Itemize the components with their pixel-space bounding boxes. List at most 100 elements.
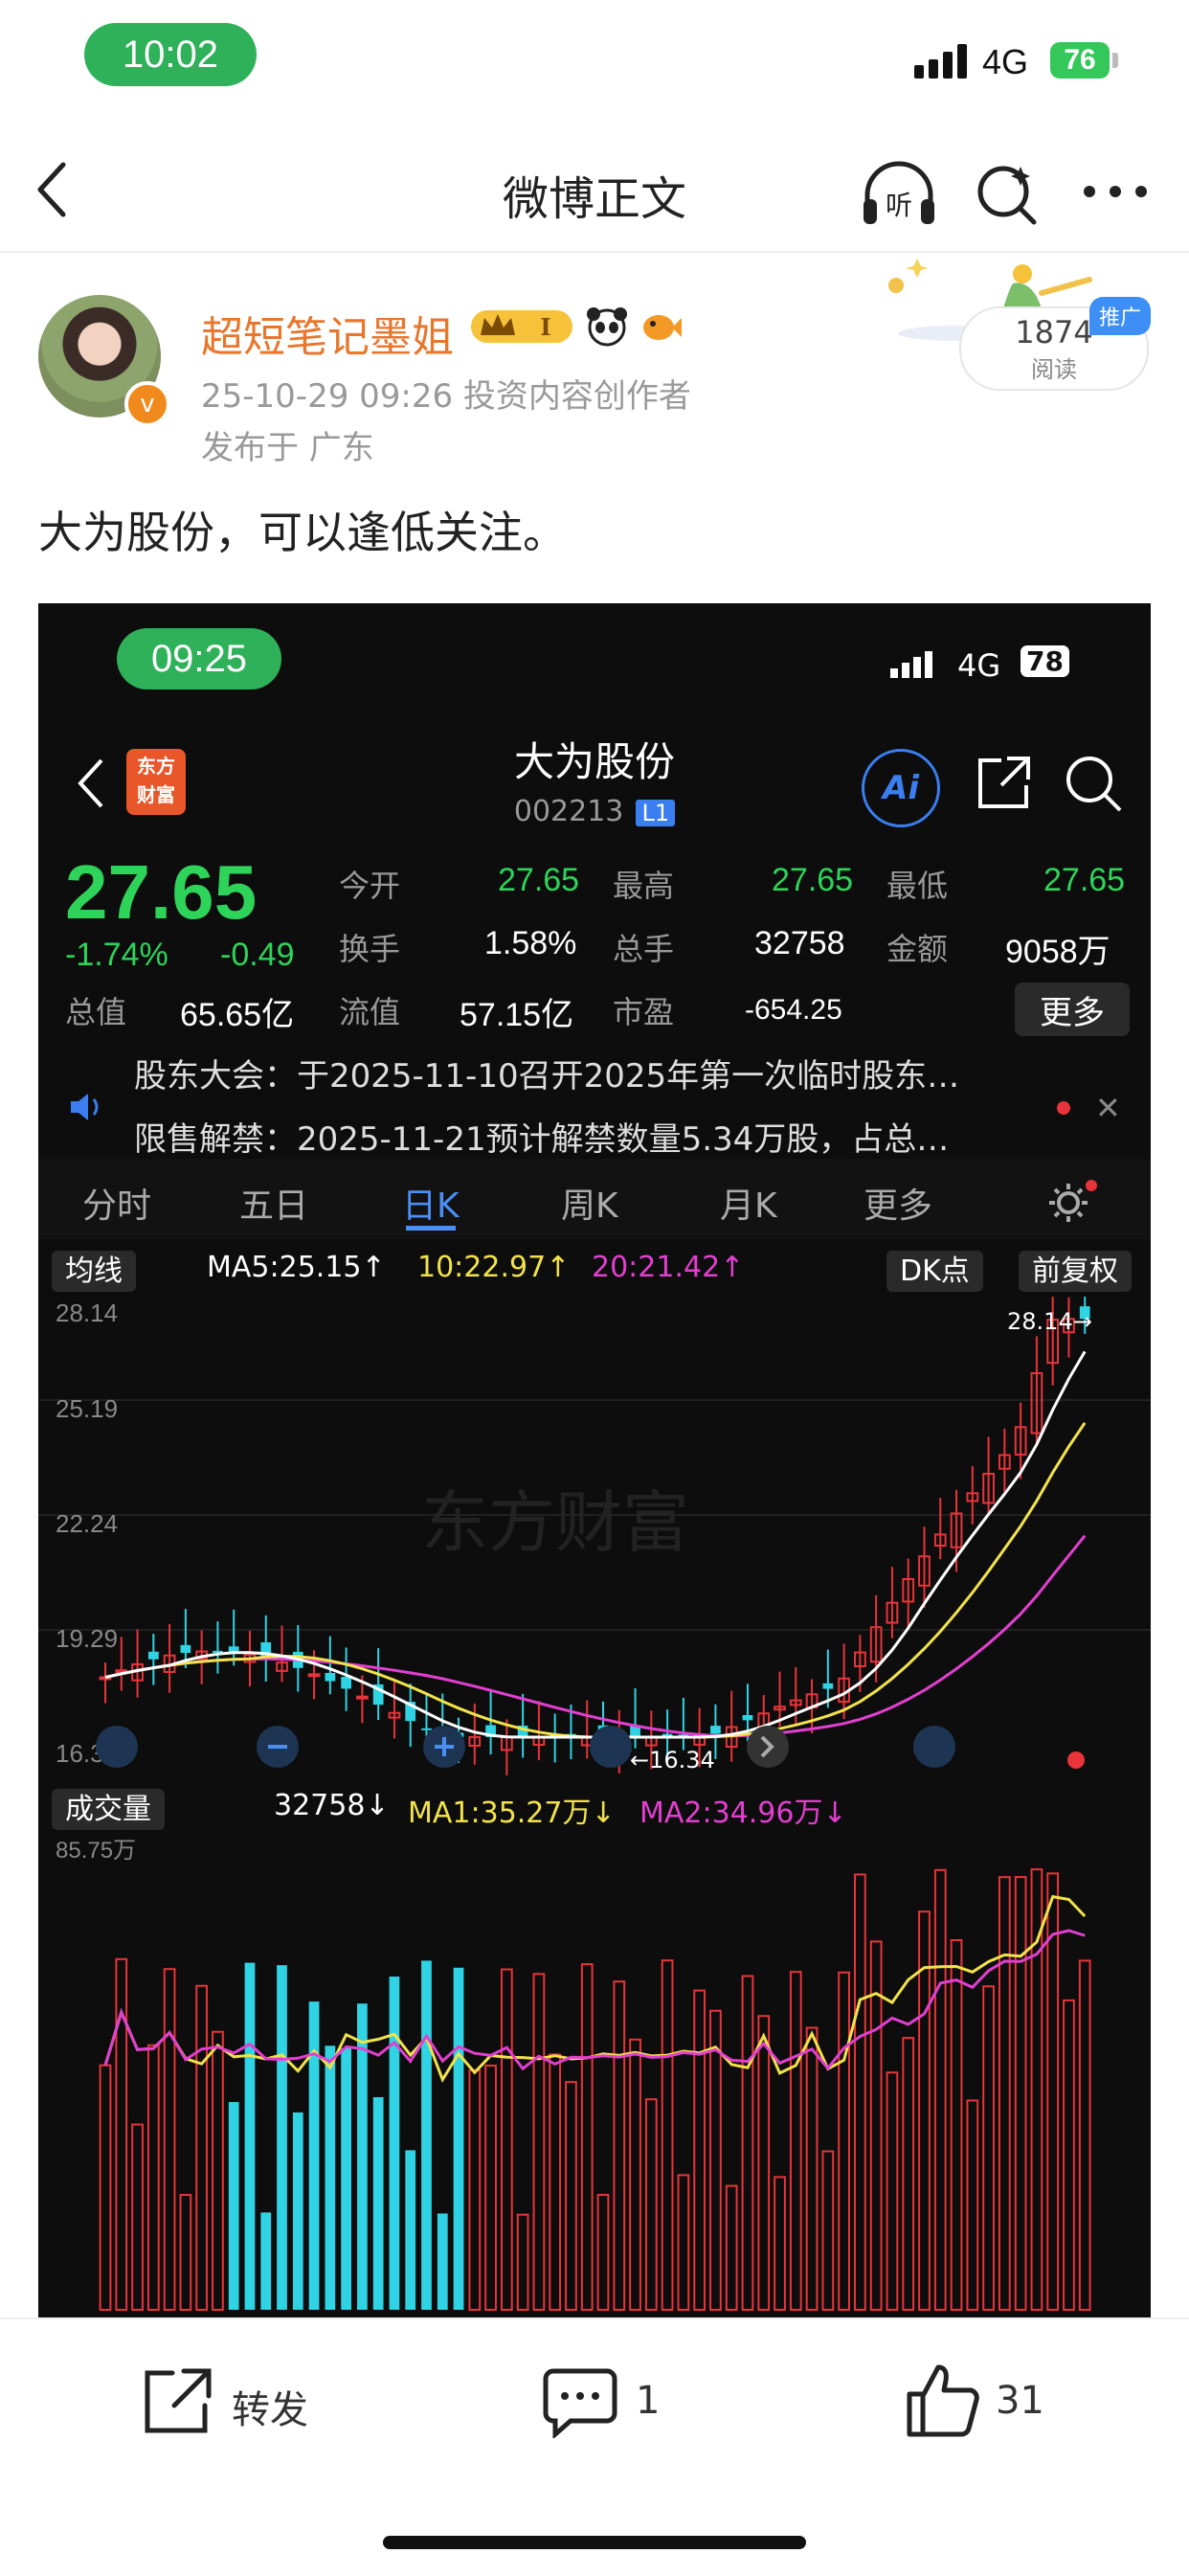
verified-badge-icon: v	[124, 381, 170, 427]
repost-label[interactable]: 转发	[232, 2379, 308, 2434]
embedded-network: 4G	[957, 647, 1001, 684]
svg-text:I: I	[540, 313, 550, 341]
tab-daily-k[interactable]: 日K	[402, 1178, 460, 1228]
volume-bar	[725, 2184, 738, 2311]
axis-label-3: 19.29	[56, 1624, 118, 1653]
thumbs-up-icon	[907, 2364, 979, 2437]
chart-prev-icon[interactable]	[590, 1726, 632, 1768]
volume-bar	[372, 2096, 384, 2310]
candle-body	[822, 1683, 834, 1689]
high-value: 27.65	[772, 862, 854, 898]
volume-bar	[195, 1984, 209, 2311]
chart-left-control-icon[interactable]	[96, 1726, 138, 1768]
chart-watermark: 东方财富	[421, 1483, 689, 1562]
volume-bar	[950, 1939, 963, 2311]
volume-chip[interactable]: 成交量	[52, 1785, 165, 1830]
like-button[interactable]	[906, 2361, 982, 2442]
comment-button[interactable]	[542, 2365, 618, 2442]
axis-label-2: 22.24	[56, 1509, 118, 1538]
ma10-value: 10:22.97↑	[417, 1251, 571, 1284]
low-marker: ←16.34	[630, 1747, 715, 1774]
ai-button[interactable]: Ai	[862, 749, 940, 827]
volume-bar	[933, 1868, 947, 2312]
candle-body	[307, 1673, 321, 1678]
post-text: 大为股份，可以逢低关注。	[38, 507, 567, 558]
like-count[interactable]: 31	[996, 2379, 1044, 2423]
tab-more[interactable]: 更多	[864, 1178, 932, 1228]
fullscreen-icon[interactable]	[913, 1726, 955, 1768]
embedded-search-icon[interactable]	[1063, 753, 1124, 814]
quote-more-button[interactable]: 更多	[1015, 983, 1130, 1036]
volume-bar	[405, 2150, 416, 2310]
volume-bar	[228, 2102, 239, 2310]
volume-bar	[966, 2099, 979, 2311]
low-label: 最低	[886, 868, 949, 904]
close-notice-icon[interactable]: ✕	[1095, 1090, 1121, 1126]
tab-five-day[interactable]: 五日	[239, 1178, 308, 1228]
tab-intraday[interactable]: 分时	[82, 1178, 151, 1228]
candlestick-chart[interactable]: 东方财富 28.14 25.19 22.24 19.29 16.34 28.14…	[38, 1297, 1151, 1775]
vip-crown-badge-icon: I	[471, 310, 572, 343]
search-icon	[977, 166, 1037, 225]
search-button[interactable]	[973, 159, 1042, 232]
battery-level: 76	[1050, 42, 1110, 79]
comment-count[interactable]: 1	[636, 2379, 660, 2423]
volume-bar	[260, 2212, 272, 2310]
tab-monthly-k[interactable]: 月K	[720, 1178, 777, 1228]
volume-bar	[580, 1963, 594, 2311]
volume-label: 总手	[613, 931, 675, 967]
tab-weekly-k[interactable]: 周K	[561, 1178, 618, 1228]
share-icon[interactable]	[973, 753, 1034, 814]
volume-bar	[421, 1960, 432, 2310]
embedded-status-time: 09:25	[117, 628, 281, 689]
candle-body	[710, 1726, 721, 1734]
post-image[interactable]: 09:25 4G 78 东方 财富 大为股份 002213 L1 Ai 27.6…	[38, 603, 1151, 2317]
post-location: 发布于 广东	[201, 429, 374, 467]
volume-bar	[292, 2112, 303, 2310]
repost-button[interactable]	[138, 2365, 214, 2442]
volume-bar	[131, 2123, 144, 2311]
status-time: 10:02	[84, 23, 257, 86]
volume-ma2: MA2:34.96万↓	[639, 1796, 847, 1830]
volume-bar	[596, 2193, 610, 2312]
volume-ma1: MA1:35.27万↓	[408, 1796, 616, 1830]
volume-bar	[644, 2098, 658, 2311]
dk-point-button[interactable]: DK点	[886, 1247, 983, 1292]
volume-bar	[146, 2044, 160, 2311]
open-value: 27.65	[498, 862, 580, 898]
volume-bar	[244, 1962, 256, 2310]
volume-bar	[179, 2193, 192, 2311]
volume-bar	[277, 1965, 287, 2310]
mktcap-label: 总值	[65, 994, 127, 1030]
notice-shareholder-meeting[interactable]: 股东大会：于2025-11-10召开2025年第一次临时股东…	[134, 1050, 959, 1096]
listen-button[interactable]: 听	[860, 159, 938, 232]
svg-text:听: 听	[886, 190, 912, 221]
indicator-chip[interactable]: 均线	[52, 1247, 136, 1292]
more-button[interactable]	[1082, 182, 1149, 205]
pe-value: -654.25	[745, 994, 842, 1026]
settings-gear-icon[interactable]	[1043, 1176, 1101, 1226]
volume-bar	[308, 2001, 320, 2310]
adjust-button[interactable]: 前复权	[1019, 1247, 1132, 1292]
volume-bar	[468, 2068, 482, 2311]
read-label: 阅读	[1031, 356, 1077, 383]
volume-bar	[982, 1985, 995, 2311]
volume-chart: 85.75万	[56, 1838, 1091, 2312]
volume-chip-label: 成交量	[52, 1789, 165, 1830]
notice-lockup-release[interactable]: 限售解禁：2025-11-21预计解禁数量5.34万股，占总…	[134, 1113, 949, 1160]
volume-bar	[838, 1971, 850, 2311]
promo-tag[interactable]: 推广	[1089, 297, 1152, 335]
author-name[interactable]: 超短笔记墨姐	[201, 303, 454, 364]
candle-body	[356, 1695, 369, 1700]
chart-next-icon[interactable]	[747, 1726, 789, 1768]
level-badge: L1	[636, 800, 676, 826]
more-dots-icon	[1084, 186, 1147, 197]
active-tab-indicator	[406, 1226, 456, 1231]
signal-icon	[914, 38, 967, 79]
volume-bar	[453, 1967, 464, 2310]
fish-icon	[643, 315, 682, 340]
high-label: 最高	[613, 868, 675, 904]
volume-bars	[99, 1868, 1091, 2312]
repost-icon	[145, 2368, 212, 2433]
change-amount: -0.49	[220, 937, 295, 973]
